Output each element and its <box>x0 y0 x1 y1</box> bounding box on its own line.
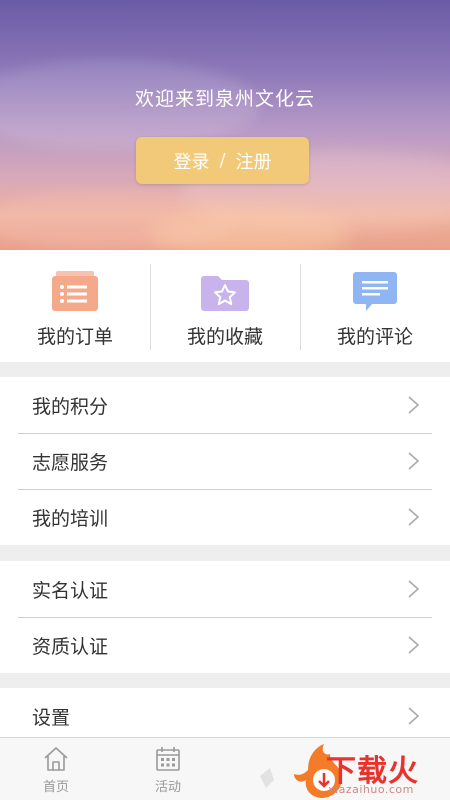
chevron-right-icon <box>408 508 420 526</box>
chevron-right-icon <box>408 580 420 598</box>
chevron-right-icon <box>408 707 420 725</box>
my-comments-button[interactable]: 我的评论 <box>300 250 450 362</box>
my-favorites-button[interactable]: 我的收藏 <box>150 250 300 362</box>
chevron-right-icon <box>408 636 420 654</box>
quick-actions: 我的订单 我的收藏 我的评论 <box>0 250 450 362</box>
menu-item-real-name-verification[interactable]: 实名认证 <box>0 561 450 617</box>
my-comments-label: 我的评论 <box>336 326 413 348</box>
register-label: 注册 <box>235 151 272 173</box>
tab-activities[interactable]: 活动 <box>112 738 224 800</box>
profile-header-banner <box>0 0 450 250</box>
comment-bubble-icon <box>350 270 400 312</box>
login-register-button[interactable]: 登录 / 注册 <box>136 137 309 184</box>
menu-item-label: 我的积分 <box>32 395 109 418</box>
menu-item-points[interactable]: 我的积分 <box>0 377 450 433</box>
welcome-text: 欢迎来到泉州文化云 <box>134 88 315 110</box>
chevron-right-icon <box>408 452 420 470</box>
favorite-folder-icon <box>200 270 250 312</box>
my-orders-label: 我的订单 <box>36 326 113 348</box>
menu-item-label: 实名认证 <box>32 579 109 602</box>
menu-group-verification: 实名认证 资质认证 <box>0 561 450 673</box>
menu-item-label: 志愿服务 <box>32 451 109 474</box>
menu-item-qualification-verification[interactable]: 资质认证 <box>0 617 450 673</box>
menu-group-account: 我的积分 志愿服务 我的培训 <box>0 377 450 545</box>
order-list-icon <box>50 270 100 312</box>
my-favorites-label: 我的收藏 <box>186 326 263 348</box>
tab-home[interactable]: 首页 <box>0 738 112 800</box>
menu-item-settings[interactable]: 设置 <box>0 688 450 744</box>
menu-item-label: 资质认证 <box>32 635 109 658</box>
chevron-right-icon <box>408 396 420 414</box>
calendar-icon <box>155 746 181 772</box>
login-separator: / <box>219 150 226 171</box>
tab-activities-label: 活动 <box>154 780 181 795</box>
home-icon <box>42 746 70 772</box>
login-label: 登录 <box>173 151 210 173</box>
watermark-url: xiazaihuo.com <box>328 783 414 796</box>
my-orders-button[interactable]: 我的订单 <box>0 250 150 362</box>
menu-item-training[interactable]: 我的培训 <box>0 489 450 545</box>
tab-home-label: 首页 <box>42 780 69 795</box>
menu-item-volunteer[interactable]: 志愿服务 <box>0 433 450 489</box>
menu-item-label: 我的培训 <box>32 507 109 530</box>
menu-group-settings: 设置 <box>0 688 450 744</box>
menu-item-label: 设置 <box>32 706 71 729</box>
